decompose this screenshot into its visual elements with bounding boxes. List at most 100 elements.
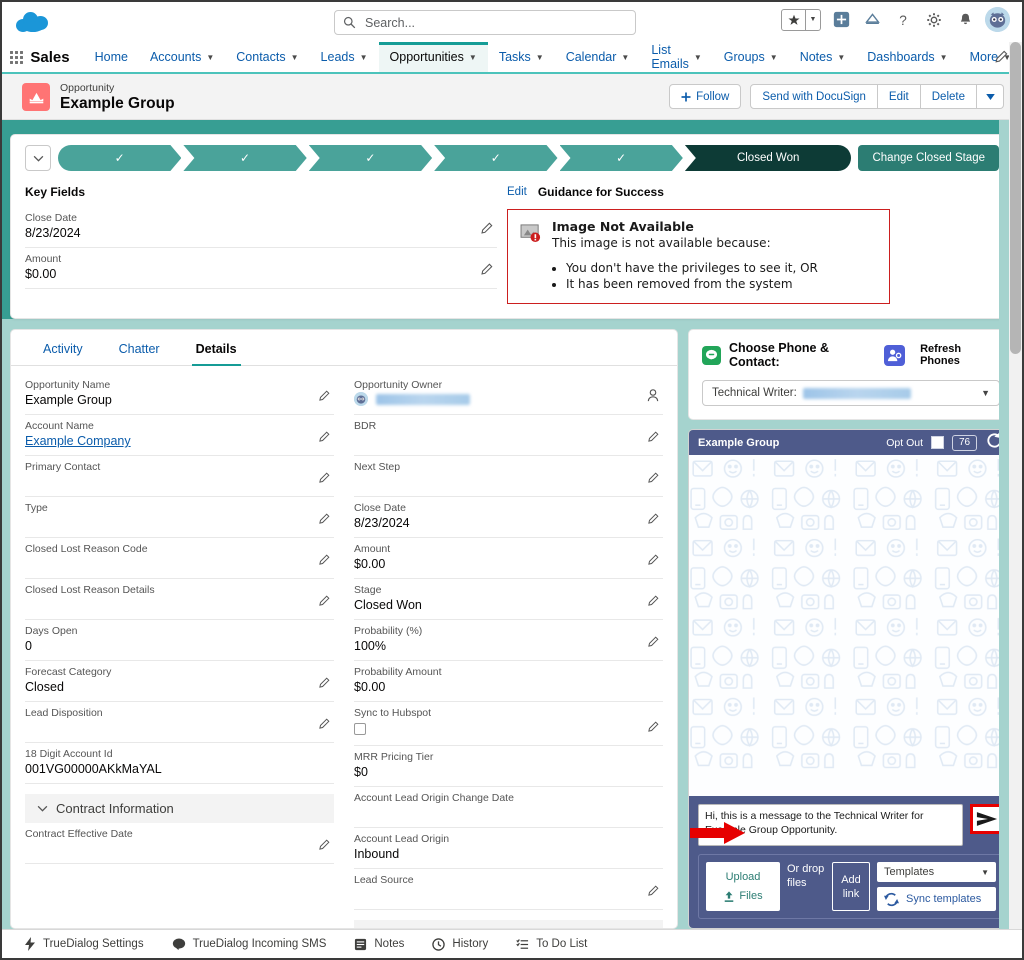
pencil-icon[interactable] bbox=[647, 635, 659, 653]
search-icon bbox=[343, 16, 356, 29]
change-owner-icon[interactable] bbox=[647, 389, 659, 407]
pencil-icon[interactable] bbox=[318, 512, 330, 530]
notifications-bell-icon[interactable] bbox=[954, 9, 976, 31]
nav-item-groups[interactable]: Groups ▼ bbox=[713, 42, 789, 72]
pencil-icon[interactable] bbox=[480, 263, 493, 281]
pencil-icon[interactable] bbox=[647, 884, 659, 902]
pencil-icon[interactable] bbox=[318, 676, 330, 694]
chevron-down-icon: ▼ bbox=[290, 52, 299, 62]
pencil-icon[interactable] bbox=[318, 553, 330, 571]
more-actions-button[interactable] bbox=[977, 84, 1004, 109]
refresh-phones-label[interactable]: Refresh Phones bbox=[920, 343, 1000, 367]
path-stage-5[interactable]: ✓ bbox=[560, 145, 683, 171]
pencil-icon[interactable] bbox=[318, 717, 330, 735]
nav-item-opportunities[interactable]: Opportunities ▼ bbox=[378, 42, 489, 72]
pencil-icon[interactable] bbox=[318, 389, 330, 407]
setup-gear-icon[interactable] bbox=[923, 9, 945, 31]
field-label: Days Open bbox=[25, 625, 78, 637]
edit-nav-pencil-icon[interactable] bbox=[994, 50, 1008, 69]
edit-button[interactable]: Edit bbox=[877, 84, 921, 109]
tab-activity[interactable]: Activity bbox=[25, 330, 101, 365]
utility-truedialog-settings[interactable]: TrueDialog Settings bbox=[10, 937, 158, 951]
global-search[interactable] bbox=[334, 10, 636, 35]
field-label: Probability Amount bbox=[354, 666, 442, 678]
pencil-icon[interactable] bbox=[480, 222, 493, 240]
path-stages: ✓ ✓ ✓ ✓ ✓ Closed Won bbox=[58, 145, 852, 171]
pencil-icon[interactable] bbox=[647, 720, 659, 738]
field-value: 001VG00000AKkMaYAL bbox=[25, 762, 162, 776]
field-value bbox=[25, 597, 334, 614]
nav-item-tasks[interactable]: Tasks ▼ bbox=[488, 42, 555, 72]
path-stage-1[interactable]: ✓ bbox=[58, 145, 181, 171]
path-stage-4[interactable]: ✓ bbox=[434, 145, 557, 171]
account-name-link[interactable]: Example Company bbox=[25, 434, 131, 448]
upload-files-button[interactable]: Upload Files bbox=[706, 862, 780, 911]
field-label: Account Lead Origin bbox=[354, 833, 450, 845]
contact-phone-select[interactable]: Technical Writer: ▼ bbox=[702, 380, 1000, 406]
change-closed-stage-button[interactable]: Change Closed Stage bbox=[858, 145, 999, 171]
contact-person-icon[interactable] bbox=[884, 344, 906, 366]
field-amount: Amount $0.00 bbox=[354, 538, 663, 579]
utility-truedialog-incoming-sms[interactable]: TrueDialog Incoming SMS bbox=[158, 938, 341, 951]
record-tabs: Activity Chatter Details bbox=[11, 330, 677, 366]
follow-button[interactable]: Follow bbox=[669, 84, 742, 109]
pencil-icon[interactable] bbox=[318, 471, 330, 489]
help-icon[interactable]: ? bbox=[892, 9, 914, 31]
favorites-control[interactable]: ▼ bbox=[781, 8, 821, 31]
pencil-icon[interactable] bbox=[647, 471, 659, 489]
pencil-icon[interactable] bbox=[647, 553, 659, 571]
add-icon[interactable] bbox=[830, 9, 852, 31]
opportunity-crown-icon bbox=[22, 82, 50, 111]
add-link-button[interactable]: Add link bbox=[832, 862, 870, 911]
pencil-icon[interactable] bbox=[318, 430, 330, 448]
field-label: Type bbox=[25, 502, 48, 514]
templates-select[interactable]: Templates ▼ bbox=[877, 862, 996, 882]
section-contract-information[interactable]: Contract Information bbox=[25, 794, 334, 823]
sync-to-hubspot-checkbox[interactable] bbox=[354, 723, 366, 735]
app-launcher-icon[interactable] bbox=[2, 42, 30, 72]
tab-details[interactable]: Details bbox=[178, 330, 255, 366]
nav-item-accounts[interactable]: Accounts ▼ bbox=[139, 42, 225, 72]
nav-item-contacts[interactable]: Contacts ▼ bbox=[225, 42, 309, 72]
sync-arrows-icon bbox=[884, 892, 899, 906]
details-right-column: Opportunity Owner BDR Next Step Close Da… bbox=[354, 374, 663, 928]
key-field-close-date: Close Date 8/23/2024 bbox=[25, 207, 497, 248]
utility-to-do-list[interactable]: To Do List bbox=[502, 938, 601, 951]
guidance-edit-link[interactable]: Edit bbox=[507, 186, 527, 198]
favorites-star-icon[interactable] bbox=[782, 10, 805, 30]
nav-item-home[interactable]: Home bbox=[84, 42, 139, 72]
favorites-dropdown-icon[interactable]: ▼ bbox=[805, 9, 820, 30]
path-stage-current[interactable]: Closed Won bbox=[684, 145, 852, 171]
nav-item-notes[interactable]: Notes ▼ bbox=[789, 42, 857, 72]
delete-button[interactable]: Delete bbox=[920, 84, 977, 109]
home-cloud-icon[interactable] bbox=[861, 9, 883, 31]
field-label: Sync to Hubspot bbox=[354, 707, 432, 719]
opt-out-checkbox[interactable] bbox=[931, 436, 944, 449]
search-input[interactable] bbox=[363, 14, 627, 31]
path-collapse-toggle[interactable] bbox=[25, 145, 51, 171]
nav-item-leads[interactable]: Leads ▼ bbox=[310, 42, 379, 72]
sync-templates-button[interactable]: Sync templates bbox=[877, 887, 996, 911]
page-scrollbar[interactable] bbox=[1009, 42, 1022, 929]
tab-chatter[interactable]: Chatter bbox=[101, 330, 178, 365]
user-avatar[interactable] bbox=[985, 7, 1010, 32]
send-with-docusign-button[interactable]: Send with DocuSign bbox=[750, 84, 878, 109]
chevron-down-icon: ▼ bbox=[981, 867, 989, 877]
salesforce-cloud-logo[interactable] bbox=[16, 10, 50, 34]
owner-name-redacted[interactable] bbox=[376, 394, 471, 405]
pencil-icon[interactable] bbox=[647, 430, 659, 448]
nav-item-list-emails[interactable]: List Emails ▼ bbox=[640, 42, 712, 72]
pencil-icon[interactable] bbox=[647, 512, 659, 530]
pencil-icon[interactable] bbox=[318, 594, 330, 612]
pencil-icon[interactable] bbox=[647, 594, 659, 612]
nav-item-calendar[interactable]: Calendar ▼ bbox=[555, 42, 641, 72]
nav-item-dashboards[interactable]: Dashboards ▼ bbox=[856, 42, 958, 72]
path-stage-2[interactable]: ✓ bbox=[183, 145, 306, 171]
utility-history[interactable]: History bbox=[418, 937, 502, 951]
utility-notes[interactable]: Notes bbox=[340, 938, 418, 951]
pencil-icon[interactable] bbox=[318, 838, 330, 856]
field-label: Next Step bbox=[354, 461, 401, 473]
scrollbar-thumb[interactable] bbox=[1010, 42, 1021, 354]
path-stage-3[interactable]: ✓ bbox=[309, 145, 432, 171]
chevron-down-icon bbox=[37, 805, 48, 812]
